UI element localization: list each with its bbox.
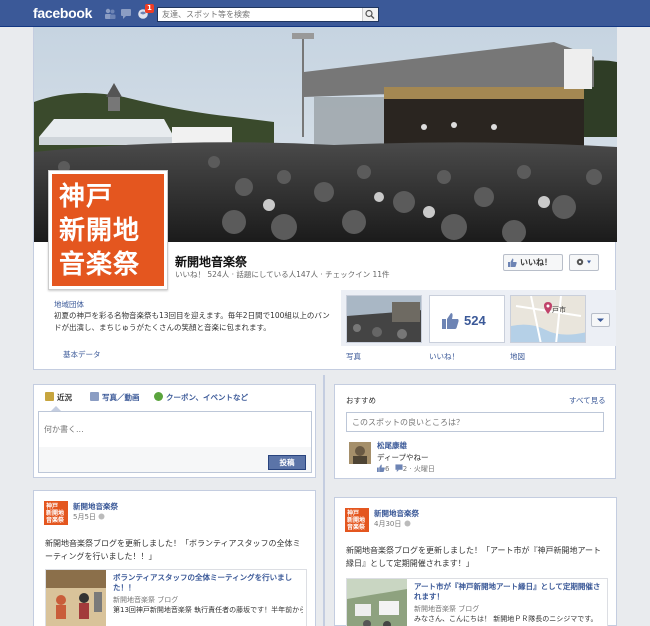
- recommendations-title: おすすめ: [346, 396, 376, 405]
- avatar-logo-line: 神戸: [347, 510, 360, 517]
- profile-logo: 神戸 新開地 音楽祭: [52, 174, 164, 286]
- avatar-logo-line: 音楽祭: [46, 517, 65, 524]
- likes-app-tile[interactable]: 524: [429, 295, 505, 343]
- recommend-comment-count[interactable]: 2: [403, 465, 407, 473]
- timeline-post: 神戸 新開地 音楽祭 新開地音楽祭 4月30日 新開地音楽祭ブログを更新しました…: [334, 497, 617, 626]
- profile-picture[interactable]: 神戸 新開地 音楽祭: [48, 170, 168, 290]
- friend-requests-icon[interactable]: [104, 8, 116, 19]
- avatar[interactable]: 神戸 新開地 音楽祭: [345, 508, 369, 532]
- recommend-input[interactable]: [346, 412, 604, 432]
- avatar[interactable]: [349, 442, 371, 464]
- post-date[interactable]: 4月30日: [374, 519, 411, 529]
- post-button[interactable]: 投稿: [268, 455, 306, 470]
- tab-photo-video[interactable]: 写真／動画: [102, 392, 140, 403]
- map-thumbnail: [511, 296, 585, 342]
- link-source: 新開地音楽祭 ブログ: [113, 596, 179, 604]
- user-photo: [349, 442, 371, 464]
- profile-logo-line: 神戸: [59, 182, 114, 212]
- photos-app-tile[interactable]: [346, 295, 422, 343]
- profile-logo-line: 音楽祭: [59, 250, 141, 280]
- messages-icon[interactable]: [120, 8, 132, 19]
- map-app-tile[interactable]: 戸市: [510, 295, 586, 343]
- link-description: みなさん、こんにちは！ 新開地ＰＲ隊長のニシジマです。: [414, 615, 598, 623]
- avatar-logo-line: 音楽祭: [347, 524, 366, 531]
- meeting-photo: [46, 570, 106, 626]
- search-input[interactable]: [158, 8, 358, 21]
- avatar[interactable]: 神戸 新開地 音楽祭: [44, 501, 68, 525]
- status-icon: [45, 392, 54, 401]
- likes-app-label[interactable]: いいね！: [429, 351, 459, 362]
- art-market-photo: [347, 579, 407, 626]
- recommend-meta: 6 2 · 火曜日: [377, 464, 435, 474]
- see-all-link[interactable]: すべて見る: [569, 395, 606, 406]
- timeline-post: 神戸 新開地 音楽祭 新開地音楽祭 5月5日 新開地音楽祭ブログを更新しました！…: [33, 490, 316, 626]
- page-title[interactable]: 新開地音楽祭: [175, 253, 247, 270]
- thumbs-up-icon: [377, 464, 385, 472]
- tab-status[interactable]: 近況: [57, 392, 72, 403]
- like-button-label: いいね！: [520, 258, 552, 267]
- search-button[interactable]: [362, 8, 378, 21]
- link-source: 新開地音楽祭 ブログ: [414, 605, 480, 613]
- basic-info-link[interactable]: 基本データ: [63, 349, 101, 360]
- thumbs-up-icon: [508, 258, 517, 267]
- post-date[interactable]: 5月5日: [73, 512, 105, 522]
- link-title[interactable]: アート市が『神戸新開地アート縁日』として定期開催されます！: [414, 582, 604, 602]
- tab-offer-event[interactable]: クーポン、イベントなど: [166, 392, 248, 403]
- photos-app-label[interactable]: 写真: [346, 351, 361, 362]
- recommend-day: 火曜日: [413, 465, 435, 473]
- page-about: 初夏の神戸を彩る名物音楽祭も13回目を迎えます。毎年2日間で100組以上のバンド…: [54, 311, 330, 332]
- thumbs-up-icon: [442, 313, 459, 329]
- avatar-logo-line: 神戸: [46, 503, 59, 510]
- post-text: 新開地音楽祭ブログを更新しました！「ボランティアスタッフの全体ミーティングを行い…: [45, 539, 301, 561]
- map-city-label: 戸市: [552, 306, 566, 314]
- facebook-logo[interactable]: facebook: [33, 5, 92, 21]
- notification-badge: 1: [145, 4, 154, 13]
- chevron-down-icon: [597, 318, 604, 322]
- photo-icon: [90, 392, 99, 401]
- post-text: 新開地音楽祭ブログを更新しました！「アート市が『神戸新開地アート縁日』として定期…: [346, 546, 602, 568]
- comment-icon: [395, 464, 403, 472]
- map-app-label[interactable]: 地図: [510, 351, 525, 362]
- composer-input[interactable]: [38, 411, 312, 447]
- post-date-text[interactable]: 5月5日: [73, 513, 96, 521]
- globe-icon: [98, 513, 105, 520]
- search-icon: [365, 9, 375, 20]
- link-thumbnail: [46, 570, 106, 626]
- link-preview[interactable]: ボランティアスタッフの全体ミーティングを行いました！！ 新開地音楽祭 ブログ 第…: [45, 569, 307, 626]
- gear-icon: [576, 258, 591, 266]
- page-header-panel: 神戸 新開地 音楽祭 新開地音楽祭 いいね！ 524人 · 話題にしている人14…: [33, 27, 617, 370]
- top-bar: facebook 1: [0, 0, 650, 27]
- like-page-button[interactable]: いいね！: [503, 254, 563, 271]
- photos-thumbnail: [347, 296, 421, 342]
- status-composer: 近況 写真／動画 クーポン、イベントなど 投稿: [33, 384, 316, 478]
- timeline-spine: [323, 375, 325, 626]
- avatar-logo-line: 新開地: [46, 510, 65, 517]
- offer-icon: [154, 392, 163, 401]
- recommend-like-count[interactable]: 6: [385, 465, 389, 473]
- post-author[interactable]: 新開地音楽祭: [73, 501, 118, 512]
- link-description: 第13回神戸新開地音楽祭 執行責任者の藤坂です！半年前から準備を進めてきましたが…: [113, 606, 303, 614]
- search-box: [157, 7, 379, 22]
- avatar-logo-line: 新開地: [347, 517, 366, 524]
- settings-dropdown-button[interactable]: [569, 254, 599, 271]
- recommend-user-name[interactable]: 松尾康雄: [377, 440, 407, 451]
- post-date-text[interactable]: 4月30日: [374, 520, 401, 528]
- link-title[interactable]: ボランティアスタッフの全体ミーティングを行いました！！: [113, 573, 303, 593]
- more-apps-button[interactable]: [591, 313, 610, 327]
- recommendations-box: おすすめ すべて見る 松尾康雄 ディープやねー 6 2 · 火曜日: [334, 384, 616, 479]
- recommend-text: ディープやねー: [377, 453, 429, 462]
- page-category[interactable]: 地域団体: [54, 299, 84, 310]
- globe-icon: [404, 520, 411, 527]
- link-preview[interactable]: アート市が『神戸新開地アート縁日』として定期開催されます！ 新開地音楽祭 ブログ…: [346, 578, 608, 626]
- likes-count: 524: [464, 313, 486, 328]
- page-stats: いいね！ 524人 · 話題にしている人147人 · チェックイン 11件: [175, 270, 390, 279]
- profile-logo-line: 新開地: [59, 216, 141, 246]
- post-author[interactable]: 新開地音楽祭: [374, 508, 419, 519]
- link-thumbnail: [347, 579, 407, 626]
